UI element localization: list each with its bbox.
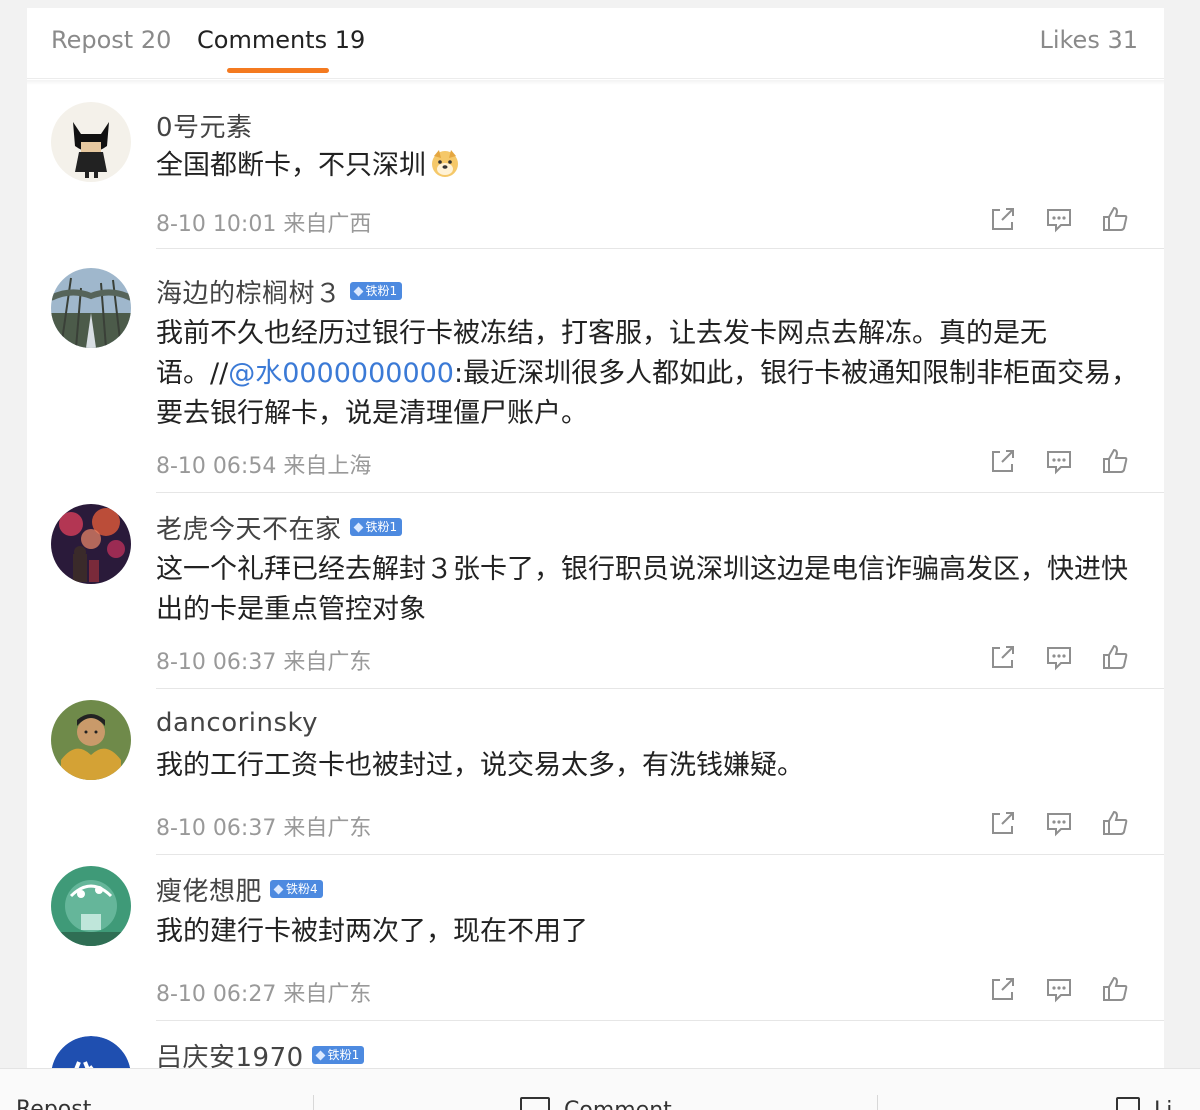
comment-meta: 8-10 10:01 来自广西 xyxy=(156,212,372,237)
comment-icon[interactable] xyxy=(1044,642,1074,672)
comment-actions xyxy=(988,446,1138,478)
repost-icon[interactable] xyxy=(988,204,1018,234)
comment-text: 我前不久也经历过银行卡被冻结，打客服，让去发卡网点去解冻。真的是无语。//@水0… xyxy=(156,314,1146,434)
comment-icon[interactable] xyxy=(1044,974,1074,1004)
username[interactable]: 瘦佬想肥 xyxy=(156,871,262,908)
bottom-like-button[interactable]: Li xyxy=(1116,1097,1172,1110)
comment-meta: 8-10 06:37 来自广东 xyxy=(156,816,372,841)
divider xyxy=(156,248,1164,249)
tabs-shadow xyxy=(27,80,1164,85)
divider xyxy=(156,854,1164,855)
repost-icon[interactable] xyxy=(988,974,1018,1004)
like-icon xyxy=(1116,1097,1140,1110)
mention-link[interactable]: @水0000000000 xyxy=(228,358,454,389)
comment-meta: 8-10 06:27 来自广东 xyxy=(156,982,372,1007)
diamond-icon xyxy=(273,884,284,894)
like-icon[interactable] xyxy=(1100,808,1130,838)
doge-emoji-icon xyxy=(430,148,460,178)
comments-card: Repost 20 Comments 19 Likes 31 0号元素 全国都断… xyxy=(27,8,1164,1070)
comment-text: 全国都断卡，不只深圳 xyxy=(156,146,1146,186)
badge-label: 铁粉4 xyxy=(286,882,318,896)
comment-text: 这一个礼拜已经去解封３张卡了，银行职员说深圳这边是电信诈骗高发区，快进快出的卡是… xyxy=(156,554,1128,625)
divider xyxy=(156,1020,1164,1021)
fan-badge: 铁粉4 xyxy=(270,880,323,898)
avatar[interactable] xyxy=(51,268,131,348)
avatar[interactable] xyxy=(51,700,131,780)
username[interactable]: 0号元素 xyxy=(156,107,253,144)
divider xyxy=(156,688,1164,689)
badge-label: 铁粉1 xyxy=(365,284,398,298)
tab-likes[interactable]: Likes 31 xyxy=(1039,26,1138,54)
comment-icon[interactable] xyxy=(1044,204,1074,234)
divider xyxy=(156,492,1164,493)
separator xyxy=(877,1095,878,1110)
diamond-icon xyxy=(315,1050,326,1060)
badge-label: 铁粉1 xyxy=(365,520,398,534)
comment-actions xyxy=(988,974,1138,1006)
separator xyxy=(313,1095,314,1110)
bottom-like-label: Li xyxy=(1154,1098,1172,1110)
comment-text: 我的建行卡被封两次了，现在不用了 xyxy=(156,916,588,947)
top-strip xyxy=(0,0,1200,8)
repost-icon[interactable] xyxy=(988,446,1018,476)
comment-icon[interactable] xyxy=(1044,446,1074,476)
like-icon[interactable] xyxy=(1100,446,1130,476)
active-tab-indicator xyxy=(227,68,329,73)
badge-label: 铁粉1 xyxy=(327,1048,360,1062)
comment-text-content: 全国都断卡，不只深圳 xyxy=(156,150,426,181)
comment-actions xyxy=(988,642,1138,674)
fan-badge: 铁粉1 xyxy=(311,1046,365,1064)
comment-text: 我的工行工资卡也被封过，说交易太多，有洗钱嫌疑。 xyxy=(156,750,804,781)
avatar[interactable] xyxy=(51,1036,131,1070)
like-icon[interactable] xyxy=(1100,204,1130,234)
repost-icon[interactable] xyxy=(988,808,1018,838)
username[interactable]: 老虎今天不在家 xyxy=(156,509,342,546)
bottom-comment-label: Comment xyxy=(564,1098,672,1110)
repost-icon[interactable] xyxy=(988,642,1018,672)
bottom-repost-button[interactable]: Repost xyxy=(16,1097,91,1110)
username[interactable]: 海边的棕榈树３ xyxy=(156,273,342,310)
tab-repost[interactable]: Repost 20 xyxy=(51,26,171,54)
bottom-comment-button[interactable]: Comment xyxy=(520,1097,672,1110)
comment-meta: 8-10 06:37 来自广东 xyxy=(156,650,372,675)
diamond-icon xyxy=(353,286,363,296)
like-icon[interactable] xyxy=(1100,974,1130,1004)
avatar[interactable] xyxy=(51,102,131,182)
avatar[interactable] xyxy=(51,504,131,584)
username[interactable]: 吕庆安1970 xyxy=(156,1037,304,1071)
tab-comments[interactable]: Comments 19 xyxy=(197,26,365,54)
like-icon[interactable] xyxy=(1100,642,1130,672)
avatar[interactable] xyxy=(51,866,131,946)
bottom-action-bar: Repost Comment Li xyxy=(0,1068,1200,1110)
diamond-icon xyxy=(353,522,363,532)
comment-icon[interactable] xyxy=(1044,808,1074,838)
fan-badge: 铁粉1 xyxy=(349,518,403,536)
comment-actions xyxy=(988,204,1138,236)
comment-actions xyxy=(988,808,1138,840)
fan-badge: 铁粉1 xyxy=(349,282,403,300)
username[interactable]: dancorinsky xyxy=(156,708,318,738)
tab-bar: Repost 20 Comments 19 Likes 31 xyxy=(27,8,1164,79)
comment-icon xyxy=(520,1097,550,1110)
comment-meta: 8-10 06:54 来自上海 xyxy=(156,454,372,479)
